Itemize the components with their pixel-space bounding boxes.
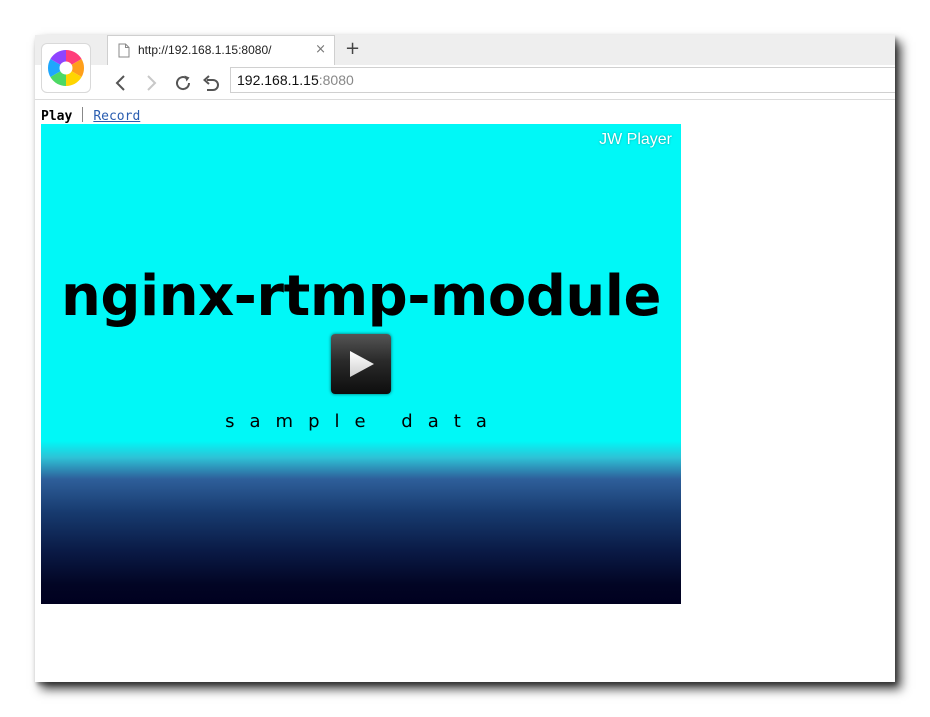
- page-nav: Play Record: [41, 107, 140, 124]
- toolbar: 192.168.1.15:8080: [35, 65, 895, 100]
- tab-title: http://192.168.1.15:8080/: [138, 43, 272, 57]
- undo-close-icon[interactable]: [201, 73, 221, 93]
- video-subtitle: sample data: [225, 411, 502, 432]
- nav-separator: [82, 107, 84, 122]
- address-host: 192.168.1.15: [237, 72, 319, 88]
- back-icon[interactable]: [111, 73, 131, 93]
- page-icon: [118, 43, 130, 62]
- new-tab-button[interactable]: +: [345, 38, 360, 60]
- browser-logo[interactable]: [41, 43, 91, 93]
- page-content: Play Record JW Player nginx-rtmp-module s…: [35, 100, 895, 682]
- browser-logo-icon: [47, 49, 85, 87]
- close-tab-icon[interactable]: ×: [315, 41, 326, 59]
- record-link[interactable]: Record: [93, 109, 140, 124]
- tab-bar: http://192.168.1.15:8080/ × +: [35, 35, 895, 66]
- play-icon: [350, 351, 374, 377]
- browser-window: http://192.168.1.15:8080/ × + 192.168.1.…: [35, 35, 895, 682]
- forward-icon[interactable]: [141, 73, 161, 93]
- address-bar[interactable]: 192.168.1.15:8080: [230, 67, 895, 93]
- browser-tab[interactable]: http://192.168.1.15:8080/ ×: [107, 35, 335, 66]
- play-link[interactable]: Play: [41, 109, 72, 124]
- reload-icon[interactable]: [173, 73, 193, 93]
- play-button[interactable]: [331, 334, 391, 394]
- video-player[interactable]: JW Player nginx-rtmp-module sample data: [41, 124, 681, 604]
- jw-player-brand[interactable]: JW Player: [599, 131, 672, 149]
- address-port: :8080: [318, 72, 354, 88]
- video-title: nginx-rtmp-module: [61, 264, 661, 329]
- address-url: 192.168.1.15:8080: [237, 72, 354, 88]
